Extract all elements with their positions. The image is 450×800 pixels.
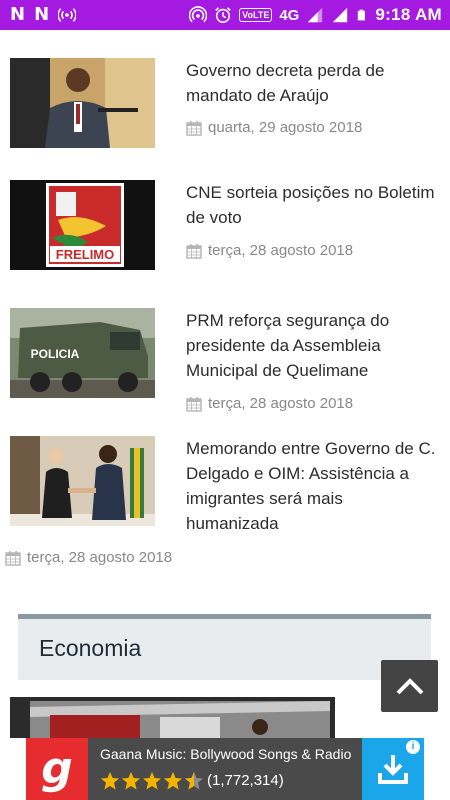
article-thumbnail[interactable]: POLICIA (10, 308, 155, 398)
netflix-n-icon: N (34, 4, 50, 25)
section-header-economia[interactable]: Economia (18, 614, 431, 680)
rating-count: (1,772,314) (207, 772, 284, 789)
article-title[interactable]: Memorando entre Governo de C. Delgado e … (186, 436, 436, 536)
star-icon (101, 772, 119, 790)
star-icon (164, 772, 182, 790)
article-title[interactable]: CNE sorteia posições no Boletim de voto (186, 180, 436, 230)
alarm-clock-icon (215, 7, 231, 24)
date-label: terça, 28 agosto 2018 (27, 549, 173, 566)
ad-title: Gaana Music: Bollywood Songs & Radio (100, 746, 352, 762)
download-icon (378, 755, 408, 784)
signal-strength-icon (308, 7, 323, 23)
half-star-icon (185, 772, 203, 790)
article-thumbnail[interactable] (10, 697, 335, 738)
article-thumbnail[interactable]: FRELIMO (10, 180, 155, 270)
article-title[interactable]: PRM reforça segurança do presidente da A… (186, 308, 436, 383)
section-title: Economia (39, 635, 142, 661)
star-icon (122, 772, 140, 790)
article-title[interactable]: Governo decreta perda de mandato de Araú… (186, 58, 436, 108)
vehicle-label-text: POLICIA (31, 347, 80, 361)
adchoices-icon[interactable]: i (406, 740, 420, 754)
netflix-n-icon: N (10, 4, 26, 25)
article-date: terça, 28 agosto 2018 (5, 549, 172, 566)
chevron-up-icon (396, 678, 423, 695)
signal-strength-icon (333, 7, 348, 23)
rating-stars (100, 771, 204, 791)
clock-time: 9:18 AM (375, 5, 442, 24)
wireless-broadcast-icon (58, 8, 77, 22)
calendar-icon (5, 550, 21, 566)
article-date: quarta, 29 agosto 2018 (186, 119, 362, 136)
calendar-icon (186, 120, 202, 136)
date-label: quarta, 29 agosto 2018 (208, 119, 363, 136)
network-type-label: 4G (279, 6, 300, 24)
volte-badge: VoLTE (239, 8, 273, 22)
battery-icon (358, 9, 366, 21)
frelimo-logo-text: FRELIMO (56, 247, 115, 262)
date-label: terça, 28 agosto 2018 (208, 242, 354, 259)
date-label: terça, 28 agosto 2018 (208, 395, 354, 412)
article-thumbnail[interactable] (10, 436, 155, 526)
calendar-icon (186, 396, 202, 412)
back-to-top-button[interactable] (381, 660, 438, 712)
ad-banner[interactable]: g Gaana Music: Bollywood Songs & Radio (… (26, 738, 424, 800)
article-date: terça, 28 agosto 2018 (186, 395, 353, 412)
article-thumbnail[interactable] (10, 58, 155, 148)
article-date: terça, 28 agosto 2018 (186, 242, 353, 259)
star-icon (143, 772, 161, 790)
calendar-icon (186, 243, 202, 259)
download-button[interactable]: i (362, 738, 424, 800)
hotspot-icon (189, 6, 208, 23)
status-bar: N N VoLTE 4G 9:18 AM (0, 0, 450, 30)
gaana-logo-icon: g (26, 738, 88, 800)
